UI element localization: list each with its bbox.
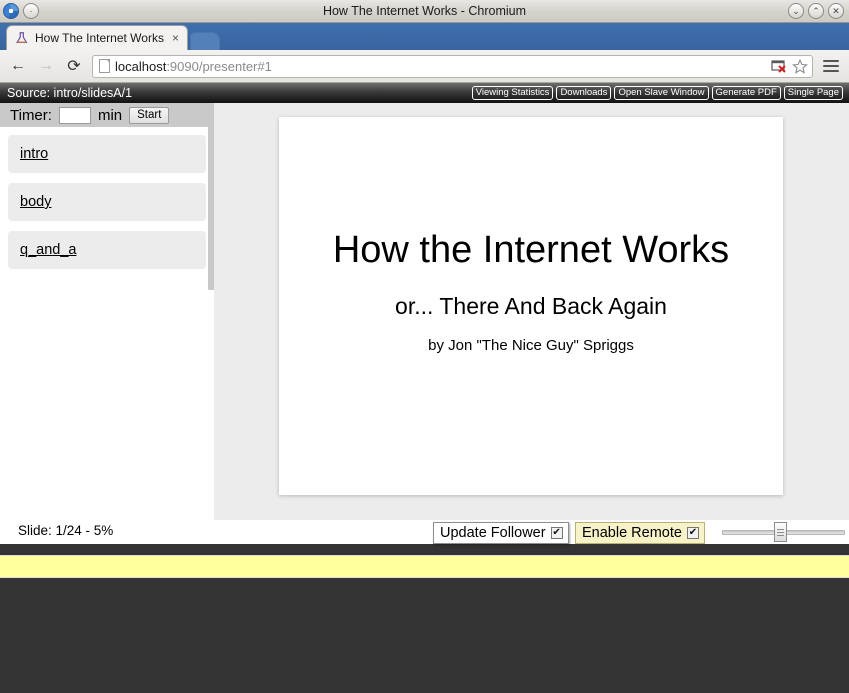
window-title: How The Internet Works - Chromium [322,4,527,18]
single-page-button[interactable]: Single Page [783,85,843,101]
minimize-button[interactable]: ⌄ [788,3,804,19]
slide-counter: Slide: 1/24 - 5% [18,523,114,538]
window-menu-icon[interactable]: · [23,3,39,19]
zoom-slider[interactable] [722,522,845,542]
menu-line [823,70,839,72]
presenter-notes-zone [0,544,849,692]
source-label: Source: intro/slidesA/1 [7,86,133,100]
popup-blocked-icon[interactable] [771,59,787,74]
titlebar-left-icons: · [0,3,39,19]
presenter-sidebar: Timer: min Start intro body q_and_a [0,103,215,520]
tab-strip: How The Internet Works × [0,23,849,50]
section-list: intro body q_and_a [0,127,214,269]
update-follower-toggle[interactable]: Update Follower ✔ [433,522,569,544]
viewing-statistics-button[interactable]: Viewing Statistics [471,85,554,101]
slide-title: How the Internet Works [332,229,730,271]
sidebar-item-label[interactable]: body [20,194,51,210]
timer-label: Timer: [10,106,52,124]
downloads-button[interactable]: Downloads [556,85,612,101]
sidebar-item-label[interactable]: intro [20,146,48,162]
presenter-source-bar: Source: intro/slidesA/1 Viewing Statisti… [0,83,849,103]
sidebar-item-label[interactable]: q_and_a [20,242,76,258]
presenter-status-bar: Slide: 1/24 - 5% Update Follower ✔ Enabl… [0,520,849,544]
url-host: localhost [115,58,167,74]
address-bar-url: localhost:9090/presenter#1 [115,59,766,74]
forward-button[interactable]: → [36,55,56,77]
menu-line [823,60,839,62]
back-button[interactable]: ← [8,55,28,77]
window-controls: ⌄ ⌃ ✕ [788,3,844,19]
browser-toolbar: ← → ⟳ localhost:9090/presenter#1 [0,50,849,83]
timer-input[interactable] [58,106,91,124]
tab-title: How The Internet Works [35,31,164,45]
slide-author: by Jon "The Nice Guy" Spriggs [428,336,634,354]
presenter-notes-strip[interactable] [0,555,849,578]
update-follower-checkbox[interactable]: ✔ [550,527,563,539]
slide-subtitle: or... There And Back Again [395,292,667,319]
zoom-slider-thumb[interactable] [774,522,787,542]
timer-start-button[interactable]: Start [129,106,170,124]
hamburger-menu-icon[interactable] [821,55,841,77]
timer-row: Timer: min Start [0,103,214,127]
reload-button[interactable]: ⟳ [64,55,84,77]
grip-line [777,534,784,536]
new-tab-button[interactable] [189,32,220,50]
update-follower-label: Update Follower [440,525,546,541]
page-info-icon[interactable] [99,59,110,73]
url-path: :9090/presenter#1 [166,58,272,74]
menu-line [823,65,839,67]
slide-stage: How the Internet Works or... There And B… [214,103,849,520]
presenter-action-buttons: Viewing Statistics Downloads Open Slave … [471,85,843,101]
bookmark-star-icon[interactable] [792,58,808,74]
sidebar-item-body[interactable]: body [8,183,206,221]
flask-icon [16,32,28,43]
enable-remote-label: Enable Remote [582,525,682,541]
timer-unit-label: min [97,106,123,124]
close-tab-button[interactable]: × [170,31,181,45]
open-slave-window-button[interactable]: Open Slave Window [614,85,709,101]
enable-remote-toggle[interactable]: Enable Remote ✔ [575,522,705,544]
maximize-button[interactable]: ⌃ [808,3,824,19]
sidebar-item-intro[interactable]: intro [8,135,206,173]
grip-line [777,531,784,533]
sidebar-item-q-and-a[interactable]: q_and_a [8,231,206,269]
address-bar[interactable]: localhost:9090/presenter#1 [92,54,813,78]
enable-remote-checkbox[interactable]: ✔ [686,527,699,539]
close-window-button[interactable]: ✕ [828,3,844,19]
current-slide[interactable]: How the Internet Works or... There And B… [279,117,783,495]
presenter-page: Timer: min Start intro body q_and_a How … [0,103,849,520]
tab-how-the-internet-works[interactable]: How The Internet Works × [6,25,188,50]
window-titlebar: · How The Internet Works - Chromium ⌄ ⌃ … [0,0,849,23]
chromium-logo-icon [3,3,19,19]
grip-line [777,528,784,530]
generate-pdf-button[interactable]: Generate PDF [711,85,781,101]
